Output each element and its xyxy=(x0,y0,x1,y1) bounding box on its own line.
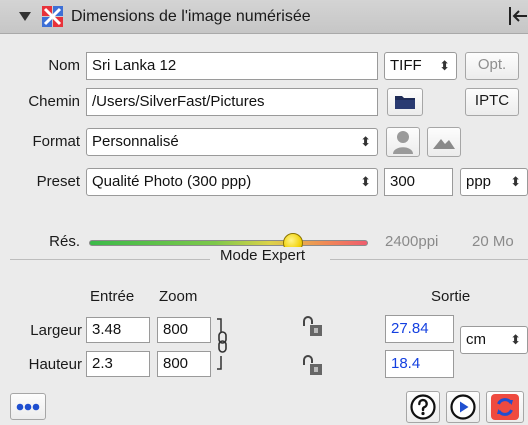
divider-right xyxy=(330,259,528,260)
res-label: Rés. xyxy=(49,233,80,250)
opt-button[interactable]: Opt. xyxy=(465,52,519,80)
divider-left xyxy=(10,259,210,260)
refresh-icon xyxy=(491,394,519,420)
folder-icon xyxy=(395,96,415,109)
output-unit-select[interactable]: cm ⬍ xyxy=(460,326,528,354)
largeur-zoom-input[interactable]: 800 xyxy=(157,317,211,343)
chemin-label: Chemin xyxy=(28,93,80,110)
resolution-input[interactable]: 300 xyxy=(384,168,453,196)
panel-header: Dimensions de l'image numérisée xyxy=(0,0,528,34)
updown-arrows-icon: ⬍ xyxy=(360,174,371,189)
format-label: Format xyxy=(32,133,80,150)
size-readout: 20 Mo xyxy=(472,233,514,250)
play-button[interactable] xyxy=(446,391,480,423)
reset-button[interactable] xyxy=(486,391,524,423)
ppi-readout: 2400ppi xyxy=(385,233,439,250)
hauteur-label: Hauteur xyxy=(28,356,82,373)
hauteur-zoom-input[interactable]: 800 xyxy=(157,351,211,377)
output-unit-value: cm xyxy=(466,331,486,348)
largeur-label: Largeur xyxy=(30,322,82,339)
unlocked-padlock-icon[interactable] xyxy=(301,355,325,377)
silverfast-logo-icon xyxy=(42,6,63,27)
updown-arrows-icon: ⬍ xyxy=(439,58,450,73)
preset-value: Qualité Photo (300 ppp) xyxy=(92,173,252,190)
panel-title: Dimensions de l'image numérisée xyxy=(71,8,311,25)
help-button[interactable] xyxy=(406,391,440,423)
chain-link-icon[interactable] xyxy=(215,318,231,370)
iptc-button[interactable]: IPTC xyxy=(465,88,519,116)
mode-expert-title: Mode Expert xyxy=(214,247,312,264)
resolution-unit-select[interactable]: ppp ⬍ xyxy=(460,168,528,196)
browse-folder-button[interactable] xyxy=(387,88,423,116)
nom-input[interactable]: Sri Lanka 12 xyxy=(86,52,378,80)
largeur-output[interactable]: 27.84 xyxy=(385,315,454,343)
portrait-orientation-button[interactable] xyxy=(386,127,420,157)
collapse-triangle-icon[interactable] xyxy=(19,12,31,21)
resolution-unit-value: ppp xyxy=(466,173,492,190)
updown-arrows-icon: ⬍ xyxy=(510,332,521,347)
largeur-input[interactable]: 3.48 xyxy=(86,317,150,343)
preset-select[interactable]: Qualité Photo (300 ppp) ⬍ xyxy=(86,168,378,196)
play-icon xyxy=(450,394,476,420)
format-select[interactable]: Personnalisé ⬍ xyxy=(86,128,378,156)
ellipsis-icon xyxy=(16,403,40,411)
resolution-slider-track[interactable] xyxy=(89,240,368,246)
format-value: Personnalisé xyxy=(92,133,179,150)
unlocked-padlock-icon[interactable] xyxy=(301,316,325,338)
preset-label: Preset xyxy=(36,173,80,190)
col-entree: Entrée xyxy=(90,288,135,305)
chemin-input[interactable]: /Users/SilverFast/Pictures xyxy=(86,88,378,116)
question-mark-icon xyxy=(410,394,436,420)
more-options-button[interactable] xyxy=(10,393,46,420)
hauteur-input[interactable]: 2.3 xyxy=(86,351,150,377)
nom-label: Nom xyxy=(48,57,80,74)
file-format-value: TIFF xyxy=(390,57,422,74)
col-sortie: Sortie xyxy=(431,288,471,305)
dock-arrow-icon[interactable] xyxy=(507,5,528,27)
updown-arrows-icon: ⬍ xyxy=(510,174,521,189)
landscape-orientation-button[interactable] xyxy=(427,127,461,157)
hauteur-output[interactable]: 18.4 xyxy=(385,350,454,378)
mountain-icon xyxy=(433,139,455,149)
file-format-select[interactable]: TIFF ⬍ xyxy=(384,52,457,80)
updown-arrows-icon: ⬍ xyxy=(360,134,371,149)
person-icon xyxy=(393,131,413,154)
col-zoom: Zoom xyxy=(159,288,198,305)
